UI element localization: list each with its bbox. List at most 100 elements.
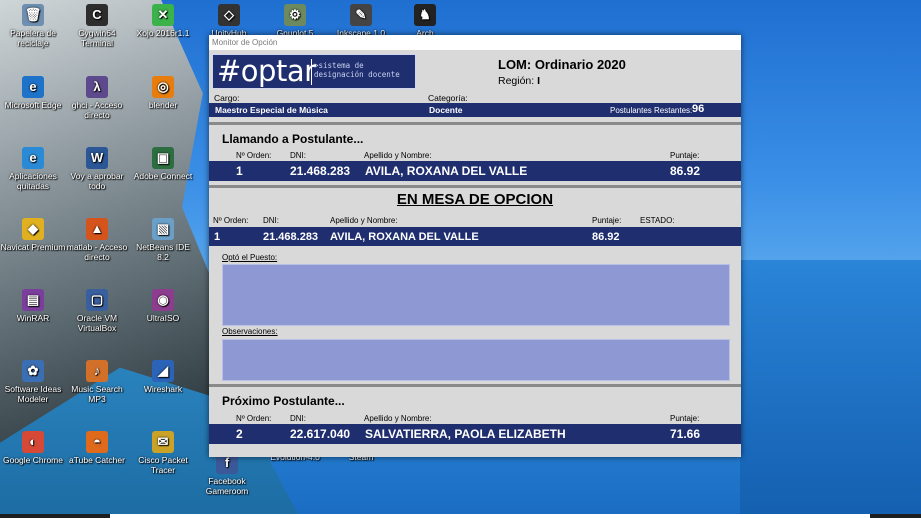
separator: [209, 384, 741, 387]
desktop-icon[interactable]: ✎ Inkscape 1.0: [328, 4, 394, 38]
taskbar: [0, 514, 921, 518]
llamando-dni: 21.468.283: [290, 164, 351, 178]
desktop-icon-label: Music Search MP3: [71, 384, 123, 404]
prox-header-nombre: Apellido y Nombre:: [364, 414, 432, 423]
desktop-icon[interactable]: e Microsoft Edge: [0, 76, 66, 110]
app-icon: ◎: [152, 76, 174, 98]
proximo-dni: 22.617.040: [290, 427, 351, 441]
app-icon: ▣: [152, 147, 174, 169]
logo-hash-text: #optar: [217, 54, 316, 88]
categoria-value: Docente: [429, 105, 463, 115]
mesa-orden: 1: [214, 231, 221, 243]
lom-title: LOM: Ordinario 2020: [498, 57, 626, 72]
desktop-icon[interactable]: λ ghci - Acceso directo: [64, 76, 130, 120]
header-nombre: Apellido y Nombre:: [364, 151, 432, 160]
desktop-icon[interactable]: ◆ Navicat Premium: [0, 218, 66, 252]
desktop-icon[interactable]: ◇ UnityHub: [196, 4, 262, 38]
desktop-icon[interactable]: ⚙ Gnuplot 5: [262, 4, 328, 38]
header-dni: DNI:: [290, 151, 306, 160]
desktop-icon[interactable]: W Voy a aprobar todo: [64, 147, 130, 191]
desktop-icon[interactable]: ✿ Software Ideas Modeler: [0, 360, 66, 404]
desktop-icon-label: Adobe Connect: [133, 171, 193, 181]
desktop-icon[interactable]: ◉ UltraISO: [130, 289, 196, 323]
opto-puesto-field[interactable]: [222, 264, 730, 326]
app-icon: ◐: [22, 431, 44, 453]
desktop-icon[interactable]: ◓ aTube Catcher: [64, 431, 130, 465]
app-icon: ✉: [152, 431, 174, 453]
taskbar-tray-area[interactable]: [870, 514, 921, 518]
desktop-icon[interactable]: ♞ Arch: [392, 4, 458, 38]
desktop-icon[interactable]: ✕ Xojo 2016r1.1: [130, 4, 196, 38]
region-value: I: [537, 75, 541, 87]
restantes-label: Postulantes Restantes:: [610, 106, 693, 115]
mesa-title: EN MESA DE OPCION: [396, 191, 554, 208]
llamando-orden: 1: [236, 164, 243, 178]
desktop-icon[interactable]: ◎ blender: [130, 76, 196, 110]
desktop-icon-label: WinRAR: [16, 313, 50, 323]
desktop-icon-label: Google Chrome: [2, 455, 63, 465]
desktop-icon-label: Software Ideas Modeler: [4, 384, 62, 404]
proximo-puntaje: 71.66: [670, 427, 701, 441]
desktop-icon[interactable]: ◐ Google Chrome: [0, 431, 66, 465]
separator: [209, 185, 741, 188]
proximo-nombre: SALVATIERRA, PAOLA ELIZABETH: [365, 427, 566, 441]
logo-divider: [311, 59, 312, 85]
monitor-window: Monitor de Opción #optar >sistema de des…: [209, 35, 741, 457]
observaciones-label: Observaciones:: [222, 327, 278, 336]
taskbar-start-area[interactable]: [0, 514, 110, 518]
desktop-icon[interactable]: ▲ matlab - Acceso directo: [64, 218, 130, 262]
desktop-icon[interactable]: ♪ Music Search MP3: [64, 360, 130, 404]
app-icon: ◉: [152, 289, 174, 311]
desktop-icon[interactable]: f Facebook Gameroom: [194, 452, 260, 496]
header-orden: Nº Orden:: [236, 151, 272, 160]
app-icon: ✕: [152, 4, 174, 26]
cargo-bar: Maestro Especial de Música Docente Postu…: [209, 103, 741, 117]
observaciones-field[interactable]: [222, 339, 730, 381]
desktop-icon[interactable]: ▢ Oracle VM VirtualBox: [64, 289, 130, 333]
proximo-row: 2 22.617.040 SALVATIERRA, PAOLA ELIZABET…: [209, 424, 741, 444]
desktop-icon[interactable]: C Cygwin64 Terminal: [64, 4, 130, 48]
mesa-header-estado: ESTADO:: [640, 216, 675, 225]
desktop-icon[interactable]: ◢ Wireshark: [130, 360, 196, 394]
app-icon: ▲: [86, 218, 108, 240]
mesa-header-dni: DNI:: [263, 216, 279, 225]
prox-header-orden: Nº Orden:: [236, 414, 272, 423]
proximo-orden: 2: [236, 427, 243, 441]
desktop-icon[interactable]: ▤ WinRAR: [0, 289, 66, 323]
restantes-value: 96: [692, 103, 705, 115]
app-icon: ◇: [218, 4, 240, 26]
optar-logo: #optar >sistema de designación docente: [212, 54, 416, 89]
app-icon: ▧: [152, 218, 174, 240]
desktop-icon-label: Navicat Premium: [0, 242, 66, 252]
app-icon: ▢: [86, 289, 108, 311]
cargo-value: Maestro Especial de Música: [215, 105, 328, 115]
window-title: Monitor de Opción: [209, 35, 741, 50]
app-icon: W: [86, 147, 108, 169]
desktop-icon-label: aTube Catcher: [69, 455, 125, 465]
desktop-icon[interactable]: ▣ Adobe Connect: [130, 147, 196, 181]
desktop-icon-label: Voy a aprobar todo: [70, 171, 124, 191]
logo-subtitle: >sistema de designación docente: [314, 61, 400, 79]
desktop-icon-label: Aplicaciones quitadas: [9, 171, 57, 191]
desktop-icon[interactable]: 🗑 Papelera de reciclaje: [0, 4, 66, 48]
app-icon: e: [22, 76, 44, 98]
header-puntaje: Puntaje:: [670, 151, 700, 160]
separator: [209, 122, 741, 125]
mesa-puntaje: 86.92: [592, 231, 620, 243]
desktop-icon-label: Wireshark: [143, 384, 183, 394]
cargo-label: Cargo:: [214, 93, 240, 103]
mesa-header-orden: Nº Orden:: [213, 216, 249, 225]
llamando-title: Llamando a Postulante...: [222, 132, 364, 146]
app-icon: e: [22, 147, 44, 169]
app-icon: ◓: [86, 431, 108, 453]
desktop-icon[interactable]: e Aplicaciones quitadas: [0, 147, 66, 191]
desktop-icon-label: Cisco Packet Tracer: [138, 455, 188, 475]
desktop-icon-label: NetBeans IDE 8.2: [136, 242, 190, 262]
region-line: Región: I: [498, 75, 540, 87]
mesa-header-nombre: Apellido y Nombre:: [330, 216, 398, 225]
llamando-row: 1 21.468.283 AVILA, ROXANA DEL VALLE 86.…: [209, 161, 741, 181]
desktop-icon[interactable]: ✉ Cisco Packet Tracer: [130, 431, 196, 475]
categoria-label: Categoría:: [428, 93, 468, 103]
llamando-nombre: AVILA, ROXANA DEL VALLE: [365, 164, 528, 178]
desktop-icon[interactable]: ▧ NetBeans IDE 8.2: [130, 218, 196, 262]
